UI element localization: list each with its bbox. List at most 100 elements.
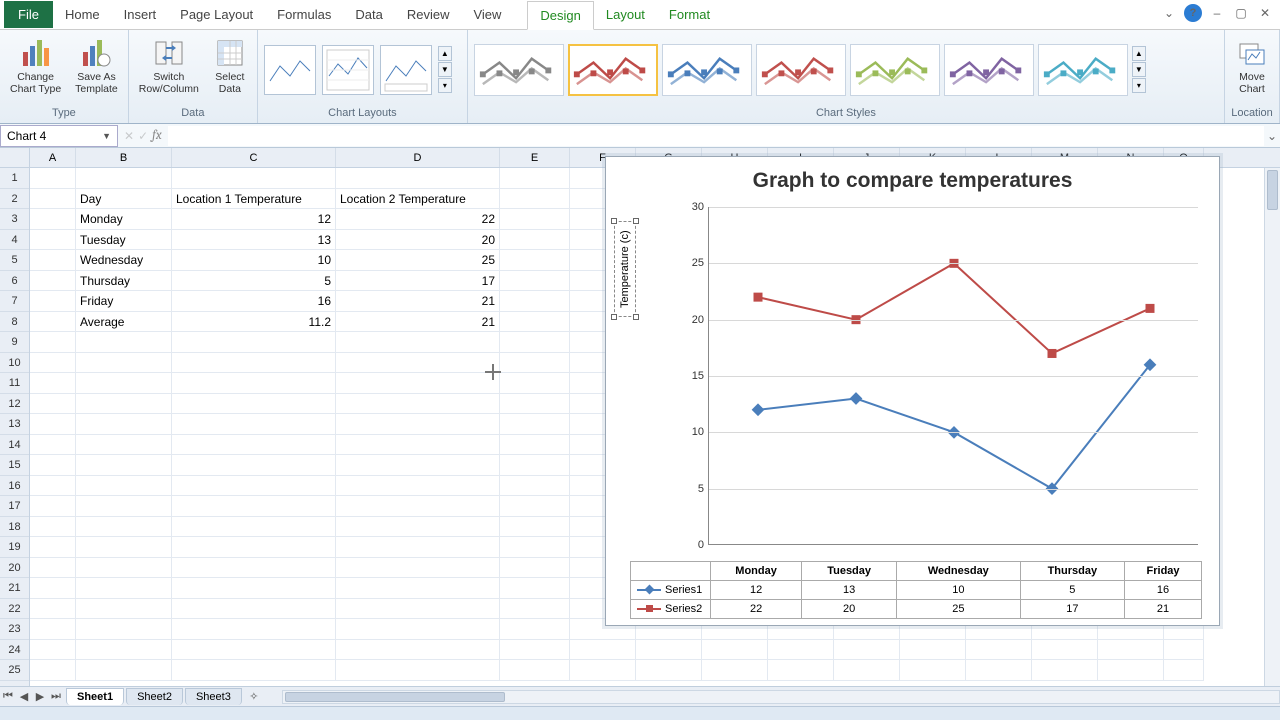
tab-formulas[interactable]: Formulas <box>265 1 343 28</box>
cell-E19[interactable] <box>500 537 570 558</box>
cell-A21[interactable] <box>30 578 76 599</box>
cell-A23[interactable] <box>30 619 76 640</box>
cell-N25[interactable] <box>1098 660 1164 681</box>
cell-B17[interactable] <box>76 496 172 517</box>
chart-style-3[interactable] <box>662 44 752 96</box>
row-header-7[interactable]: 7 <box>0 291 29 312</box>
cell-C18[interactable] <box>172 517 336 538</box>
cell-B23[interactable] <box>76 619 172 640</box>
cell-B25[interactable] <box>76 660 172 681</box>
cell-D9[interactable] <box>336 332 500 353</box>
cell-D20[interactable] <box>336 558 500 579</box>
cell-E1[interactable] <box>500 168 570 189</box>
cell-D13[interactable] <box>336 414 500 435</box>
row-header-16[interactable]: 16 <box>0 476 29 497</box>
cell-B18[interactable] <box>76 517 172 538</box>
cell-E7[interactable] <box>500 291 570 312</box>
formula-input[interactable] <box>168 126 1264 146</box>
cell-C9[interactable] <box>172 332 336 353</box>
cell-C11[interactable] <box>172 373 336 394</box>
select-all-corner[interactable] <box>0 148 29 168</box>
tab-review[interactable]: Review <box>395 1 462 28</box>
row-header-18[interactable]: 18 <box>0 517 29 538</box>
cell-B1[interactable] <box>76 168 172 189</box>
cell-A19[interactable] <box>30 537 76 558</box>
cell-C12[interactable] <box>172 394 336 415</box>
cell-K24[interactable] <box>900 640 966 661</box>
cell-A3[interactable] <box>30 209 76 230</box>
cell-E24[interactable] <box>500 640 570 661</box>
cell-D16[interactable] <box>336 476 500 497</box>
cell-F25[interactable] <box>570 660 636 681</box>
chart-style-4[interactable] <box>756 44 846 96</box>
cell-H24[interactable] <box>702 640 768 661</box>
chart-style-2[interactable] <box>568 44 658 96</box>
cell-M24[interactable] <box>1032 640 1098 661</box>
cell-C20[interactable] <box>172 558 336 579</box>
sheet-tab-sheet2[interactable]: Sheet2 <box>126 688 183 705</box>
cell-B8[interactable]: Average <box>76 312 172 333</box>
row-header-2[interactable]: 2 <box>0 189 29 210</box>
cell-F24[interactable] <box>570 640 636 661</box>
row-header-19[interactable]: 19 <box>0 537 29 558</box>
cell-E13[interactable] <box>500 414 570 435</box>
vertical-scrollbar[interactable] <box>1264 168 1280 686</box>
chart-style-7[interactable] <box>1038 44 1128 96</box>
cell-D11[interactable] <box>336 373 500 394</box>
row-header-1[interactable]: 1 <box>0 168 29 189</box>
cell-O25[interactable] <box>1164 660 1204 681</box>
cell-E5[interactable] <box>500 250 570 271</box>
style-gallery-expand[interactable]: ▾ <box>1132 78 1146 93</box>
cell-A18[interactable] <box>30 517 76 538</box>
cell-E10[interactable] <box>500 353 570 374</box>
column-header-D[interactable]: D <box>336 148 500 167</box>
row-header-15[interactable]: 15 <box>0 455 29 476</box>
row-header-4[interactable]: 4 <box>0 230 29 251</box>
cell-A9[interactable] <box>30 332 76 353</box>
cell-B9[interactable] <box>76 332 172 353</box>
row-header-23[interactable]: 23 <box>0 619 29 640</box>
cell-D23[interactable] <box>336 619 500 640</box>
cell-B12[interactable] <box>76 394 172 415</box>
cell-C2[interactable]: Location 1 Temperature <box>172 189 336 210</box>
cell-C10[interactable] <box>172 353 336 374</box>
select-data-button[interactable]: Select Data <box>209 34 251 97</box>
layout-gallery-expand[interactable]: ▾ <box>438 78 452 93</box>
embedded-chart[interactable]: Graph to compare temperatures 0510152025… <box>605 156 1220 626</box>
row-header-6[interactable]: 6 <box>0 271 29 292</box>
sheet-nav-prev[interactable]: ◀ <box>16 690 32 703</box>
tab-view[interactable]: View <box>461 1 513 28</box>
cell-G24[interactable] <box>636 640 702 661</box>
style-scroll-down[interactable]: ▼ <box>1132 62 1146 77</box>
cell-K25[interactable] <box>900 660 966 681</box>
cell-A17[interactable] <box>30 496 76 517</box>
fx-icon[interactable]: fx <box>152 128 162 143</box>
cell-C16[interactable] <box>172 476 336 497</box>
row-header-17[interactable]: 17 <box>0 496 29 517</box>
cell-B4[interactable]: Tuesday <box>76 230 172 251</box>
cell-D17[interactable] <box>336 496 500 517</box>
cell-E11[interactable] <box>500 373 570 394</box>
sheet-nav-first[interactable]: ⏮ <box>0 690 16 703</box>
help-icon[interactable]: ? <box>1184 4 1202 22</box>
tab-format[interactable]: Format <box>657 1 722 29</box>
row-header-8[interactable]: 8 <box>0 312 29 333</box>
cell-C19[interactable] <box>172 537 336 558</box>
column-header-A[interactable]: A <box>30 148 76 167</box>
cell-C8[interactable]: 11.2 <box>172 312 336 333</box>
cell-D18[interactable] <box>336 517 500 538</box>
cell-E21[interactable] <box>500 578 570 599</box>
cell-D24[interactable] <box>336 640 500 661</box>
cell-E2[interactable] <box>500 189 570 210</box>
tab-file[interactable]: File <box>4 1 53 28</box>
sheet-tab-sheet3[interactable]: Sheet3 <box>185 688 242 705</box>
cell-A24[interactable] <box>30 640 76 661</box>
layout-scroll-up[interactable]: ▲ <box>438 46 452 61</box>
cell-E20[interactable] <box>500 558 570 579</box>
row-header-13[interactable]: 13 <box>0 414 29 435</box>
cell-C25[interactable] <box>172 660 336 681</box>
cell-D15[interactable] <box>336 455 500 476</box>
cell-N24[interactable] <box>1098 640 1164 661</box>
cell-B5[interactable]: Wednesday <box>76 250 172 271</box>
change-chart-type-button[interactable]: Change Chart Type <box>6 34 65 97</box>
